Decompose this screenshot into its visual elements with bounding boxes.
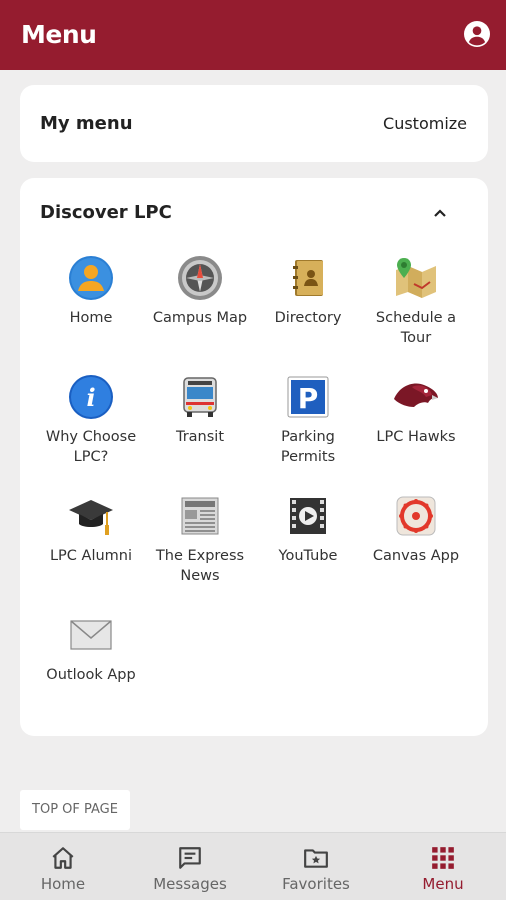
tile-parking-permits[interactable]: P Parking Permits	[252, 373, 364, 467]
app-header: Menu	[0, 0, 506, 70]
tile-campus-map[interactable]: Campus Map	[144, 254, 256, 328]
graduation-cap-icon	[69, 500, 113, 535]
tile-schedule-a-tour[interactable]: Schedule a Tour	[360, 254, 472, 348]
address-book-icon	[293, 260, 323, 296]
tile-the-express-news[interactable]: The Express News	[144, 492, 256, 586]
nav-messages[interactable]: Messages	[127, 833, 253, 900]
customize-button[interactable]: Customize	[383, 114, 467, 133]
tile-label: Outlook App	[46, 667, 136, 683]
person-icon	[69, 256, 113, 300]
bus-icon	[183, 377, 217, 417]
parking-icon: P	[287, 376, 329, 418]
nav-label: Messages	[153, 875, 227, 893]
hawk-icon	[394, 383, 438, 407]
home-icon	[52, 847, 74, 869]
bottom-navigation: Home Messages Favorites Menu	[0, 832, 506, 900]
tile-lpc-alumni[interactable]: LPC Alumni	[35, 492, 147, 566]
nav-menu[interactable]: Menu	[380, 833, 506, 900]
top-of-page-button[interactable]: TOP OF PAGE	[20, 790, 130, 830]
tile-label: Transit	[175, 429, 225, 445]
nav-label: Home	[40, 875, 86, 893]
tile-label: Canvas App	[372, 548, 460, 564]
grid-icon	[432, 847, 454, 869]
video-icon	[290, 498, 326, 534]
svg-text:P: P	[298, 382, 319, 415]
tile-lpc-hawks[interactable]: LPC Hawks	[360, 373, 472, 447]
tile-home[interactable]: Home	[35, 254, 147, 328]
info-icon: i	[69, 375, 113, 419]
my-menu-card: My menu Customize	[20, 85, 488, 162]
envelope-icon	[70, 620, 112, 650]
discover-heading: Discover LPC	[40, 202, 172, 223]
svg-text:i: i	[86, 383, 95, 412]
nav-label: Favorites	[282, 875, 350, 893]
tile-label: The Express News	[155, 548, 245, 584]
canvas-icon	[396, 496, 436, 536]
nav-home[interactable]: Home	[0, 833, 126, 900]
compass-icon	[178, 256, 222, 300]
tile-label: Parking Permits	[280, 429, 336, 465]
tile-label: LPC Alumni	[49, 548, 133, 564]
tile-label: Directory	[274, 310, 342, 326]
tile-label: Why Choose LPC?	[45, 429, 137, 465]
tile-label: LPC Hawks	[376, 429, 456, 445]
tile-why-choose-lpc[interactable]: i Why Choose LPC?	[35, 373, 147, 467]
account-circle-icon[interactable]	[464, 21, 490, 47]
nav-favorites[interactable]: Favorites	[253, 833, 379, 900]
my-menu-heading: My menu	[40, 113, 133, 134]
tile-transit[interactable]: Transit	[144, 373, 256, 447]
tile-label: YouTube	[278, 548, 338, 564]
tile-outlook-app[interactable]: Outlook App	[35, 611, 147, 685]
tile-directory[interactable]: Directory	[252, 254, 364, 328]
discover-lpc-card: Discover LPC Home Campus Map Directory S…	[20, 178, 488, 736]
tile-canvas-app[interactable]: Canvas App	[360, 492, 472, 566]
chevron-up-icon[interactable]	[432, 205, 448, 221]
tile-youtube[interactable]: YouTube	[252, 492, 364, 566]
nav-label: Menu	[422, 875, 464, 893]
tile-label: Campus Map	[152, 310, 248, 326]
chat-icon	[179, 847, 201, 869]
page-title: Menu	[21, 20, 97, 49]
map-pin-icon	[396, 258, 436, 298]
tile-label: Home	[69, 310, 113, 326]
favorites-folder-icon	[304, 849, 328, 868]
newspaper-icon	[181, 497, 219, 535]
tile-label: Schedule a Tour	[375, 310, 457, 346]
